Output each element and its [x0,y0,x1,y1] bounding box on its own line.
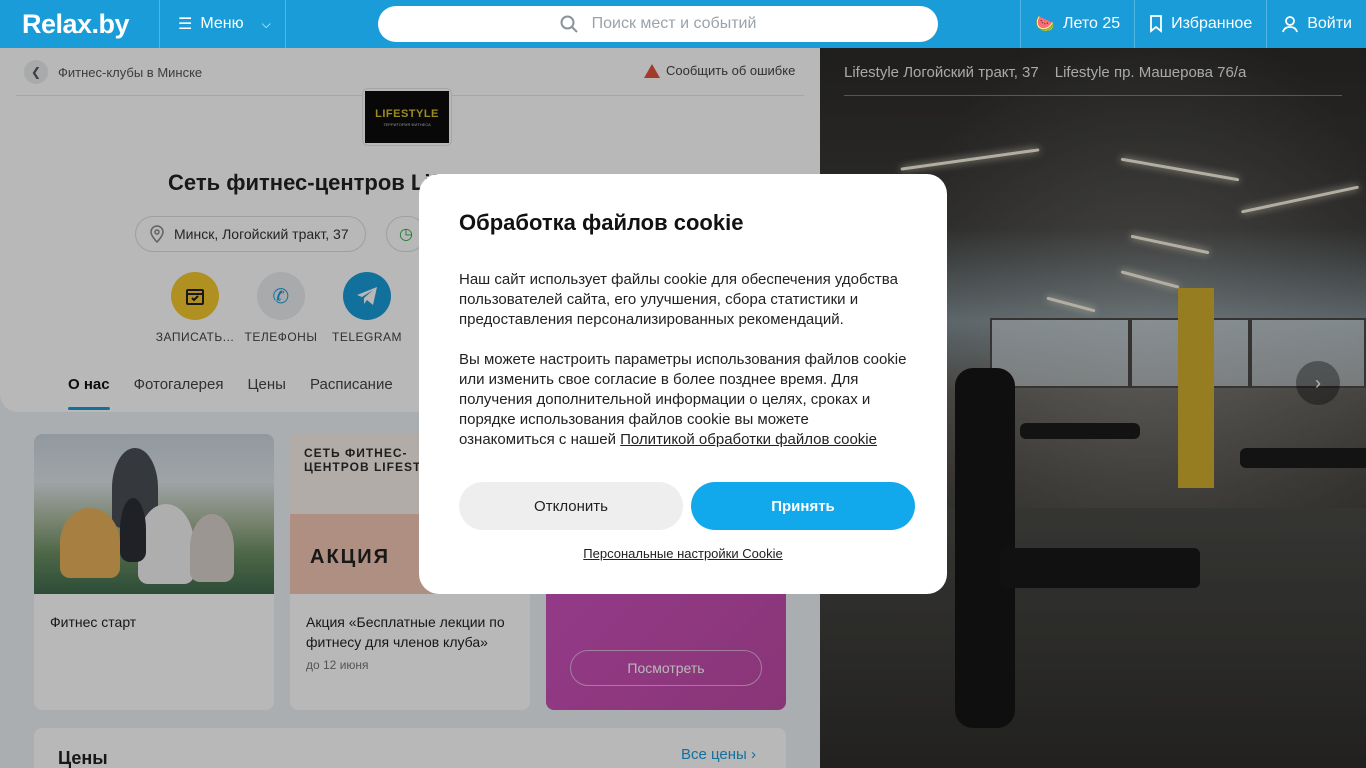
cookie-title: Обработка файлов cookie [459,210,744,235]
menu-button[interactable]: ☰ Меню ⌵ [160,0,286,48]
cookie-paragraph-2: Вы можете настроить параметры использова… [459,350,907,450]
chevron-down-icon: ⌵ [261,16,271,31]
search-input[interactable]: Поиск мест и событий [378,6,938,42]
bookmark-icon [1150,15,1163,33]
accept-button[interactable]: Принять [691,482,915,530]
menu-label: Меню [200,15,244,32]
favorites-link[interactable]: Избранное [1134,0,1266,48]
summer-label: Лето 25 [1062,15,1121,32]
watermelon-icon: 🍉 [1035,16,1055,33]
cookie-dialog: Обработка файлов cookie Наш сайт использ… [419,174,947,594]
login-label: Войти [1307,15,1352,32]
cookie-policy-link[interactable]: Политикой обработки файлов cookie [620,431,877,448]
site-logo[interactable]: Relax.by [0,0,160,48]
search-icon [560,15,578,33]
hamburger-icon: ☰ [178,16,193,33]
user-icon [1282,16,1299,33]
search-placeholder: Поиск мест и событий [591,15,757,32]
decline-button[interactable]: Отклонить [459,482,683,530]
cookie-paragraph-1: Наш сайт использует файлы cookie для обе… [459,271,898,328]
favorites-label: Избранное [1171,15,1253,32]
personal-cookie-settings-link[interactable]: Персональные настройки Cookie [419,546,947,561]
summer-link[interactable]: 🍉 Лето 25 [1020,0,1134,48]
login-link[interactable]: Войти [1266,0,1366,48]
site-header: Relax.by ☰ Меню ⌵ Поиск мест и событий 🍉… [0,0,1366,48]
